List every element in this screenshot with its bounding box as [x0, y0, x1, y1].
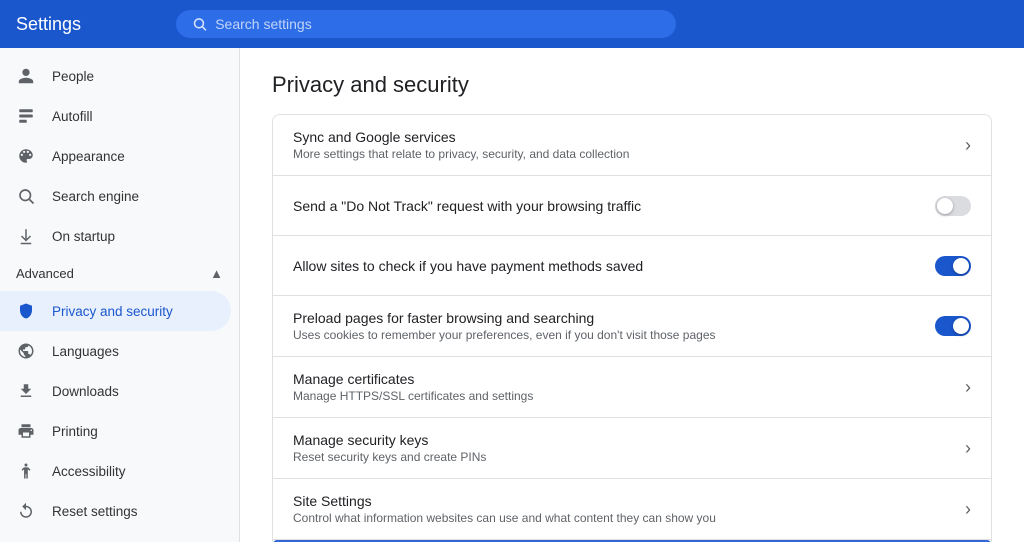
- sidebar-label-downloads: Downloads: [52, 384, 119, 399]
- settings-item-site-settings[interactable]: Site Settings Control what information w…: [273, 479, 991, 540]
- chevron-right-icon: ›: [965, 135, 971, 156]
- download-icon: [16, 381, 36, 401]
- content-area: Privacy and security Sync and Google ser…: [240, 48, 1024, 542]
- accessibility-icon: [16, 461, 36, 481]
- sidebar-item-appearance[interactable]: Appearance: [0, 136, 231, 176]
- advanced-chevron-icon: ▲: [210, 266, 223, 281]
- toggle-thumb-payment: [953, 258, 969, 274]
- settings-item-text-security-keys: Manage security keys Reset security keys…: [293, 432, 949, 464]
- print-icon: [16, 421, 36, 441]
- toggle-payment[interactable]: [935, 256, 971, 276]
- sidebar-item-privacy[interactable]: Privacy and security: [0, 291, 231, 331]
- toggle-thumb-dnt: [937, 198, 953, 214]
- sidebar-item-search[interactable]: Search engine: [0, 176, 231, 216]
- sidebar-label-autofill: Autofill: [52, 109, 93, 124]
- app-title: Settings: [16, 14, 136, 35]
- settings-item-action-security-keys: ›: [965, 438, 971, 459]
- settings-item-action-payment[interactable]: [935, 256, 971, 276]
- sidebar-item-accessibility[interactable]: Accessibility: [0, 451, 231, 491]
- settings-list: Sync and Google services More settings t…: [272, 114, 992, 542]
- settings-item-action-certificates: ›: [965, 377, 971, 398]
- sidebar-label-people: People: [52, 69, 94, 84]
- reset-icon: [16, 501, 36, 521]
- sidebar-label-startup: On startup: [52, 229, 115, 244]
- settings-item-action-dnt[interactable]: [935, 196, 971, 216]
- search-bar[interactable]: [176, 10, 676, 38]
- sidebar-label-languages: Languages: [52, 344, 119, 359]
- search-input[interactable]: [215, 16, 660, 32]
- app-header: Settings: [0, 0, 1024, 48]
- settings-item-desc-site-settings: Control what information websites can us…: [293, 511, 949, 525]
- search-icon: [192, 16, 207, 32]
- globe-icon: [16, 341, 36, 361]
- appearance-icon: [16, 146, 36, 166]
- sidebar-label-privacy: Privacy and security: [52, 304, 173, 319]
- settings-item-text-sync: Sync and Google services More settings t…: [293, 129, 949, 161]
- settings-item-label-certificates: Manage certificates: [293, 371, 949, 387]
- extensions-row[interactable]: Extensions: [0, 531, 239, 542]
- settings-item-desc-security-keys: Reset security keys and create PINs: [293, 450, 949, 464]
- sidebar-item-downloads[interactable]: Downloads: [0, 371, 231, 411]
- sidebar-label-accessibility: Accessibility: [52, 464, 126, 479]
- chevron-right-icon: ›: [965, 438, 971, 459]
- settings-item-text-site-settings: Site Settings Control what information w…: [293, 493, 949, 525]
- settings-item-label-payment: Allow sites to check if you have payment…: [293, 258, 919, 274]
- startup-icon: [16, 226, 36, 246]
- settings-item-desc-preload: Uses cookies to remember your preference…: [293, 328, 919, 342]
- advanced-section-header[interactable]: Advanced ▲: [0, 256, 239, 291]
- sidebar-label-reset: Reset settings: [52, 504, 138, 519]
- settings-item-label-site-settings: Site Settings: [293, 493, 949, 509]
- settings-item-label-dnt: Send a "Do Not Track" request with your …: [293, 198, 919, 214]
- sidebar: People Autofill Appearance Search engine…: [0, 48, 240, 542]
- sidebar-item-reset[interactable]: Reset settings: [0, 491, 231, 531]
- settings-item-preload[interactable]: Preload pages for faster browsing and se…: [273, 296, 991, 357]
- toggle-dnt[interactable]: [935, 196, 971, 216]
- main-layout: People Autofill Appearance Search engine…: [0, 48, 1024, 542]
- settings-item-label-security-keys: Manage security keys: [293, 432, 949, 448]
- settings-item-label-preload: Preload pages for faster browsing and se…: [293, 310, 919, 326]
- settings-item-action-site-settings: ›: [965, 499, 971, 520]
- toggle-preload[interactable]: [935, 316, 971, 336]
- settings-item-action-preload[interactable]: [935, 316, 971, 336]
- sidebar-item-autofill[interactable]: Autofill: [0, 96, 231, 136]
- settings-item-sync[interactable]: Sync and Google services More settings t…: [273, 115, 991, 176]
- settings-item-desc-certificates: Manage HTTPS/SSL certificates and settin…: [293, 389, 949, 403]
- settings-item-dnt[interactable]: Send a "Do Not Track" request with your …: [273, 176, 991, 236]
- settings-item-label-sync: Sync and Google services: [293, 129, 949, 145]
- settings-item-action-sync: ›: [965, 135, 971, 156]
- chevron-right-icon: ›: [965, 377, 971, 398]
- advanced-label: Advanced: [16, 266, 74, 281]
- sidebar-label-appearance: Appearance: [52, 149, 125, 164]
- sidebar-item-printing[interactable]: Printing: [0, 411, 231, 451]
- settings-item-desc-sync: More settings that relate to privacy, se…: [293, 147, 949, 161]
- settings-item-payment[interactable]: Allow sites to check if you have payment…: [273, 236, 991, 296]
- sidebar-label-search: Search engine: [52, 189, 139, 204]
- settings-item-text-payment: Allow sites to check if you have payment…: [293, 258, 919, 274]
- settings-item-text-preload: Preload pages for faster browsing and se…: [293, 310, 919, 342]
- toggle-thumb-preload: [953, 318, 969, 334]
- sidebar-item-people[interactable]: People: [0, 56, 231, 96]
- settings-item-certificates[interactable]: Manage certificates Manage HTTPS/SSL cer…: [273, 357, 991, 418]
- settings-item-text-certificates: Manage certificates Manage HTTPS/SSL cer…: [293, 371, 949, 403]
- page-title: Privacy and security: [272, 72, 992, 98]
- sidebar-item-languages[interactable]: Languages: [0, 331, 231, 371]
- sidebar-item-startup[interactable]: On startup: [0, 216, 231, 256]
- settings-item-security-keys[interactable]: Manage security keys Reset security keys…: [273, 418, 991, 479]
- person-icon: [16, 66, 36, 86]
- shield-icon: [16, 301, 36, 321]
- autofill-icon: [16, 106, 36, 126]
- settings-item-text-dnt: Send a "Do Not Track" request with your …: [293, 198, 919, 214]
- search-engine-icon: [16, 186, 36, 206]
- chevron-right-icon: ›: [965, 499, 971, 520]
- sidebar-label-printing: Printing: [52, 424, 98, 439]
